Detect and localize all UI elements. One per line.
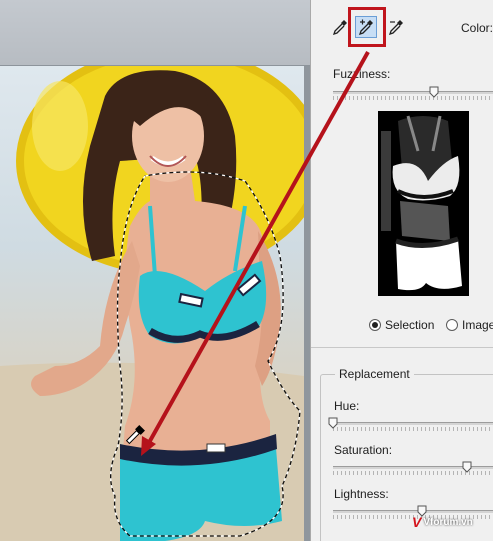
hue-label: Hue:	[334, 399, 360, 413]
lightness-label: Lightness:	[334, 487, 389, 501]
eyedropper-minus-icon	[388, 20, 403, 35]
fuzziness-label: Fuzziness:	[333, 67, 391, 81]
selection-radio-label: Selection	[385, 318, 435, 332]
replace-color-panel: Color: Fuzziness: Selection Image Replac…	[310, 0, 493, 541]
lightness-slider-track[interactable]	[333, 510, 493, 513]
fuzziness-slider-track[interactable]	[333, 91, 493, 94]
fuzziness-slider-thumb[interactable]	[429, 86, 439, 98]
saturation-slider-thumb[interactable]	[462, 461, 472, 473]
canvas-background	[0, 0, 310, 66]
annotation-highlight-box	[348, 7, 386, 47]
hue-slider-track[interactable]	[333, 422, 493, 425]
selection-radio[interactable]	[369, 319, 381, 331]
selection-radio-option[interactable]: Selection	[369, 318, 434, 332]
fuzziness-slider-ticks	[333, 96, 493, 100]
section-divider	[311, 347, 493, 348]
photo-illustration	[0, 66, 304, 541]
vforum-watermark: V Vforum.vn	[412, 514, 473, 530]
photo-canvas[interactable]	[0, 66, 304, 541]
color-label: Color:	[461, 21, 493, 35]
hue-slider-thumb[interactable]	[328, 417, 338, 429]
canvas-area[interactable]	[0, 0, 310, 541]
image-radio[interactable]	[446, 319, 458, 331]
eyedropper-icon	[332, 20, 347, 35]
saturation-label: Saturation:	[334, 443, 393, 457]
watermark-text: Vforum.vn	[423, 516, 473, 528]
hue-slider-ticks	[333, 427, 493, 431]
subtract-from-sample-eyedropper-button[interactable]	[385, 16, 407, 38]
image-radio-option[interactable]: Image	[446, 318, 493, 332]
image-radio-label: Image	[462, 318, 493, 332]
vforum-logo-icon: V	[412, 514, 422, 530]
replacement-group-title: Replacement	[335, 367, 414, 381]
selection-preview	[378, 111, 469, 296]
